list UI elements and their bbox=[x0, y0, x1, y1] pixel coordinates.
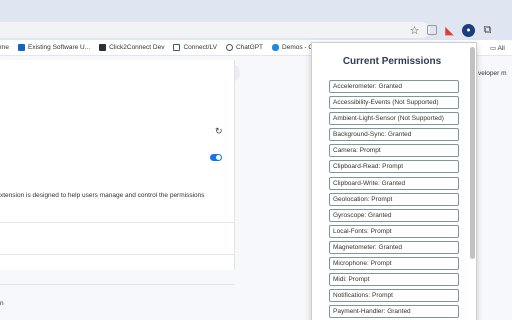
divider bbox=[0, 284, 235, 285]
permission-item[interactable]: Accelerometer: Granted bbox=[329, 80, 459, 93]
bookmark-label: ChatGPT bbox=[235, 44, 264, 51]
extension-description: xtension is designed to help users manag… bbox=[0, 192, 205, 199]
site-icon bbox=[99, 44, 107, 51]
bookmark-label: Click2Connect Dev bbox=[109, 44, 165, 51]
bookmark-label: Connect/LV bbox=[183, 44, 217, 51]
developer-mode-label: veloper m bbox=[478, 70, 507, 77]
popup-scrollbar[interactable] bbox=[470, 47, 475, 259]
snippet-text: n bbox=[0, 300, 4, 307]
permission-item[interactable]: Payment-Handler: Granted bbox=[329, 305, 459, 319]
permission-item[interactable]: Magnetometer: Granted bbox=[329, 240, 459, 254]
bookmark-item[interactable]: Existing Software U... bbox=[18, 44, 90, 51]
enable-toggle[interactable] bbox=[210, 154, 222, 161]
video-icon bbox=[173, 44, 181, 51]
permission-item[interactable]: Background-Sync: Granted bbox=[329, 128, 459, 142]
bookmark-item[interactable]: Connect/LV bbox=[173, 44, 217, 51]
popup-title: Current Permissions bbox=[342, 56, 442, 67]
extension-icon[interactable] bbox=[427, 25, 437, 35]
puzzle-icon[interactable]: ⧉ bbox=[481, 24, 494, 37]
word-icon bbox=[18, 44, 26, 51]
all-bookmarks-label: All bbox=[497, 45, 505, 52]
bookmark-item[interactable]: ChatGPT bbox=[225, 44, 264, 51]
permission-item[interactable]: Clipboard-Write: Granted bbox=[329, 176, 459, 190]
permission-item[interactable]: Geolocation: Prompt bbox=[329, 192, 459, 206]
color-extension-icon[interactable]: ◣ bbox=[443, 24, 456, 37]
refresh-icon[interactable]: ↻ bbox=[215, 126, 223, 137]
chatgpt-icon bbox=[225, 44, 233, 51]
divider bbox=[0, 254, 235, 255]
bookmark-item[interactable]: me bbox=[0, 44, 9, 51]
permission-item[interactable]: Ambient-Light-Sensor (Not Supported) bbox=[329, 112, 459, 126]
bookmark-label: Existing Software U... bbox=[28, 44, 91, 51]
star-icon[interactable]: ☆ bbox=[408, 24, 421, 37]
all-bookmarks[interactable]: ▭ All bbox=[490, 44, 505, 52]
bookmark-label: me bbox=[0, 44, 10, 51]
permission-item[interactable]: Local-Fonts: Prompt bbox=[329, 224, 459, 238]
permission-item[interactable]: Microphone: Prompt bbox=[329, 257, 459, 271]
toolbar-icons: ☆ ◣ ● ⧉ bbox=[408, 22, 500, 38]
permission-item[interactable]: Midi: Prompt bbox=[329, 273, 459, 287]
permission-item[interactable]: Clipboard-Read: Prompt bbox=[329, 160, 459, 174]
permission-item[interactable]: Gyroscope: Granted bbox=[329, 208, 459, 222]
permissions-extension-icon[interactable]: ● bbox=[462, 23, 475, 37]
folder-icon: ▭ bbox=[490, 45, 497, 52]
permission-item[interactable]: Accessibility-Events (Not Supported) bbox=[329, 96, 459, 110]
permission-item[interactable]: Camera: Prompt bbox=[329, 144, 459, 158]
onedrive-icon bbox=[272, 44, 280, 51]
permission-item[interactable]: Notifications: Prompt bbox=[329, 289, 459, 303]
bookmark-item[interactable]: Click2Connect Dev bbox=[99, 44, 164, 51]
permissions-popup: Current Permissions Accelerometer: Grant… bbox=[311, 42, 477, 320]
extension-details-card bbox=[0, 60, 235, 270]
address-bar[interactable] bbox=[0, 22, 430, 38]
divider bbox=[0, 222, 235, 223]
permission-list: Accelerometer: Granted Accessibility-Eve… bbox=[329, 80, 460, 320]
